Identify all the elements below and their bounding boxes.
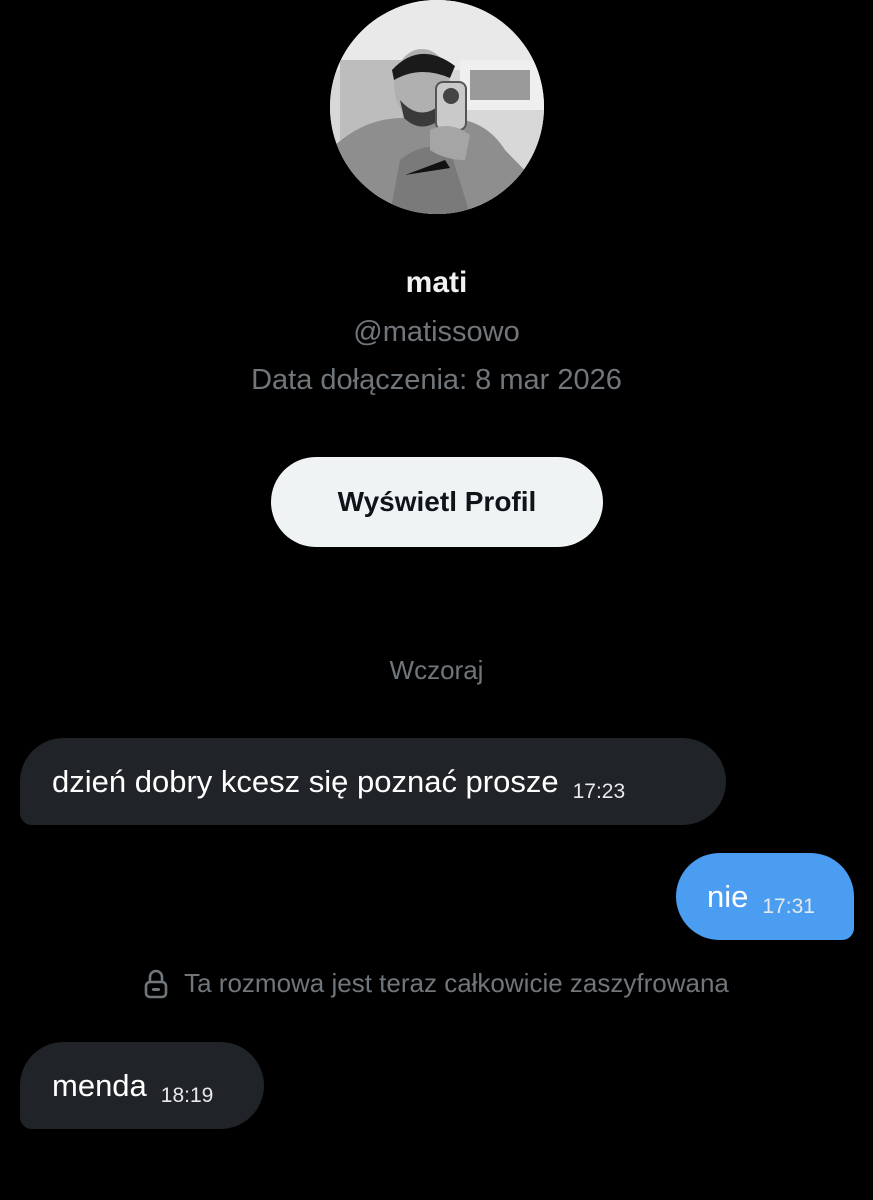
profile-joined-date: Data dołączenia: 8 mar 2026 <box>251 364 622 396</box>
message-text: dzień dobry kcesz się poznać prosze <box>52 763 559 799</box>
message-outgoing[interactable]: nie 17:31 <box>676 853 854 940</box>
profile-name: mati <box>405 266 468 299</box>
message-text: nie <box>707 878 749 914</box>
lock-icon <box>144 969 168 999</box>
encryption-notice-text: Ta rozmowa jest teraz całkowicie zaszyfr… <box>184 968 729 998</box>
encryption-notice: Ta rozmowa jest teraz całkowicie zaszyfr… <box>0 968 873 999</box>
message-incoming[interactable]: dzień dobry kcesz się poznać prosze 17:2… <box>20 738 726 825</box>
day-separator: Wczoraj <box>389 655 484 685</box>
profile-handle: @matissowo <box>353 316 520 348</box>
message-text: menda <box>52 1067 147 1103</box>
avatar[interactable] <box>330 0 544 214</box>
message-incoming[interactable]: menda 18:19 <box>20 1042 264 1129</box>
message-time: 17:31 <box>762 894 815 918</box>
view-profile-button[interactable]: Wyświetl Profil <box>271 457 603 547</box>
avatar-photo <box>330 0 544 214</box>
message-time: 18:19 <box>160 1083 214 1107</box>
message-time: 17:23 <box>572 779 626 803</box>
